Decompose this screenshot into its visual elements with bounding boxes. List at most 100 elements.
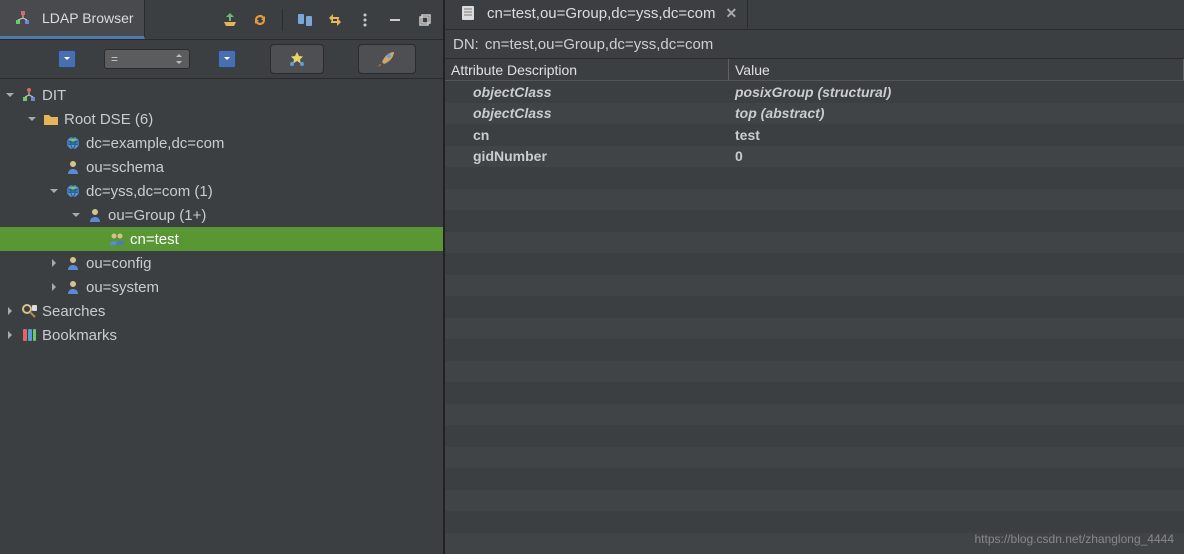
expand-arrow-icon[interactable]: [4, 90, 16, 100]
table-row-empty: [445, 189, 1184, 211]
tree-item-dit-root[interactable]: DIT: [0, 83, 443, 107]
grid-header[interactable]: Attribute Description Value: [445, 59, 1184, 81]
attr-cell: cn: [445, 124, 729, 146]
table-row-empty: [445, 253, 1184, 275]
table-row-empty: [445, 296, 1184, 318]
table-row-empty: [445, 382, 1184, 404]
tree-item-ou-config[interactable]: ou=config: [0, 251, 443, 275]
entry-tab[interactable]: cn=test,ou=Group,dc=yss,dc=com ✕: [445, 0, 748, 29]
col-attribute[interactable]: Attribute Description: [445, 59, 729, 80]
table-row-empty: [445, 425, 1184, 447]
tree-label: Root DSE (6): [64, 111, 153, 128]
table-row-empty: [445, 361, 1184, 383]
tree-label: Searches: [42, 303, 105, 320]
dn-value: cn=test,ou=Group,dc=yss,dc=com: [485, 36, 713, 53]
tree-label: ou=system: [86, 279, 159, 296]
tree-label: ou=Group (1+): [108, 207, 206, 224]
link-icon[interactable]: [293, 8, 317, 32]
tree-item-root-dse[interactable]: Root DSE (6): [0, 107, 443, 131]
value-cell: test: [729, 124, 1184, 146]
restore-icon[interactable]: [413, 8, 437, 32]
doc-icon: [459, 4, 477, 22]
bookmark-icon: [20, 326, 38, 344]
tree-item-dc-example[interactable]: dc=example,dc=com: [0, 131, 443, 155]
folder-icon: [42, 110, 60, 128]
tree-label: ou=schema: [86, 159, 164, 176]
dn-bar: DN: cn=test,ou=Group,dc=yss,dc=com: [445, 30, 1184, 59]
tree-icon: [14, 9, 32, 27]
table-row-empty: [445, 339, 1184, 361]
rocket-button[interactable]: [358, 44, 416, 74]
left-panel: LDAP Browser = DI: [0, 0, 443, 554]
expand-arrow-icon[interactable]: [48, 282, 60, 292]
expand-arrow-icon[interactable]: [26, 114, 38, 124]
col-value[interactable]: Value: [729, 59, 1184, 80]
tree-label: Bookmarks: [42, 327, 117, 344]
tree-label: ou=config: [86, 255, 151, 272]
person-icon: [86, 206, 104, 224]
table-row-empty: [445, 318, 1184, 340]
tree-label: dc=example,dc=com: [86, 135, 224, 152]
value-cell: posixGroup (structural): [729, 81, 1184, 103]
expand-arrow-icon[interactable]: [48, 258, 60, 268]
left-toolbar-icons: [218, 8, 443, 32]
search-icon: [20, 302, 38, 320]
table-row-empty: [445, 210, 1184, 232]
expand-arrow-icon[interactable]: [4, 306, 16, 316]
dn-label: DN:: [453, 36, 479, 53]
person-icon: [64, 278, 82, 296]
ldap-tree[interactable]: DIT Root DSE (6) dc=example,dc=com ou=schem…: [0, 78, 443, 554]
tree-item-ou-system[interactable]: ou=system: [0, 275, 443, 299]
tree-item-dc-yss[interactable]: dc=yss,dc=com (1): [0, 179, 443, 203]
globe-icon: [64, 134, 82, 152]
expand-arrow-icon[interactable]: [48, 186, 60, 196]
tree-item-ou-schema[interactable]: ou=schema: [0, 155, 443, 179]
tree-item-searches[interactable]: Searches: [0, 299, 443, 323]
more-icon[interactable]: [353, 8, 377, 32]
upload-icon[interactable]: [218, 8, 242, 32]
ldap-browser-tab[interactable]: LDAP Browser: [0, 0, 145, 39]
tree-item-cn-test[interactable]: cn=test: [0, 227, 443, 251]
table-row[interactable]: objectClasstop (abstract): [445, 103, 1184, 125]
tree-label: cn=test: [130, 231, 179, 248]
expand-arrow-icon[interactable]: [70, 210, 82, 220]
filter-combo-2[interactable]: [218, 50, 236, 68]
filter-operator[interactable]: =: [104, 49, 190, 69]
ldap-tab-title: LDAP Browser: [42, 10, 134, 26]
table-row-empty: [445, 275, 1184, 297]
person-icon: [64, 158, 82, 176]
filter-combo-1[interactable]: [58, 50, 76, 68]
left-filter-toolbar: =: [0, 40, 443, 78]
person-icon: [64, 254, 82, 272]
table-row-empty: [445, 447, 1184, 469]
refresh-icon[interactable]: [248, 8, 272, 32]
table-row-empty: [445, 468, 1184, 490]
attr-cell: objectClass: [445, 103, 729, 125]
value-cell: 0: [729, 146, 1184, 168]
table-row-empty: [445, 232, 1184, 254]
table-row[interactable]: objectClassposixGroup (structural): [445, 81, 1184, 103]
tree-item-ou-group[interactable]: ou=Group (1+): [0, 203, 443, 227]
table-row-empty: [445, 490, 1184, 512]
tree-label: dc=yss,dc=com (1): [86, 183, 213, 200]
star-action-button[interactable]: [270, 44, 324, 74]
attr-cell: objectClass: [445, 81, 729, 103]
tree-label: DIT: [42, 87, 66, 104]
table-row[interactable]: gidNumber0: [445, 146, 1184, 168]
table-row-empty: [445, 167, 1184, 189]
entry-tab-title: cn=test,ou=Group,dc=yss,dc=com: [487, 5, 715, 22]
table-row-empty: [445, 511, 1184, 533]
table-row-empty: [445, 404, 1184, 426]
sync-icon[interactable]: [323, 8, 347, 32]
attribute-grid: Attribute Description Value objectClassp…: [445, 59, 1184, 554]
tree-item-bookmarks[interactable]: Bookmarks: [0, 323, 443, 347]
grid-body[interactable]: objectClassposixGroup (structural)object…: [445, 81, 1184, 554]
table-row[interactable]: cntest: [445, 124, 1184, 146]
watermark: https://blog.csdn.net/zhanglong_4444: [975, 532, 1175, 546]
expand-arrow-icon[interactable]: [4, 330, 16, 340]
close-icon[interactable]: ✕: [725, 5, 737, 22]
right-tabbar: cn=test,ou=Group,dc=yss,dc=com ✕: [445, 0, 1184, 30]
value-cell: top (abstract): [729, 103, 1184, 125]
globe-icon: [64, 182, 82, 200]
minimize-icon[interactable]: [383, 8, 407, 32]
